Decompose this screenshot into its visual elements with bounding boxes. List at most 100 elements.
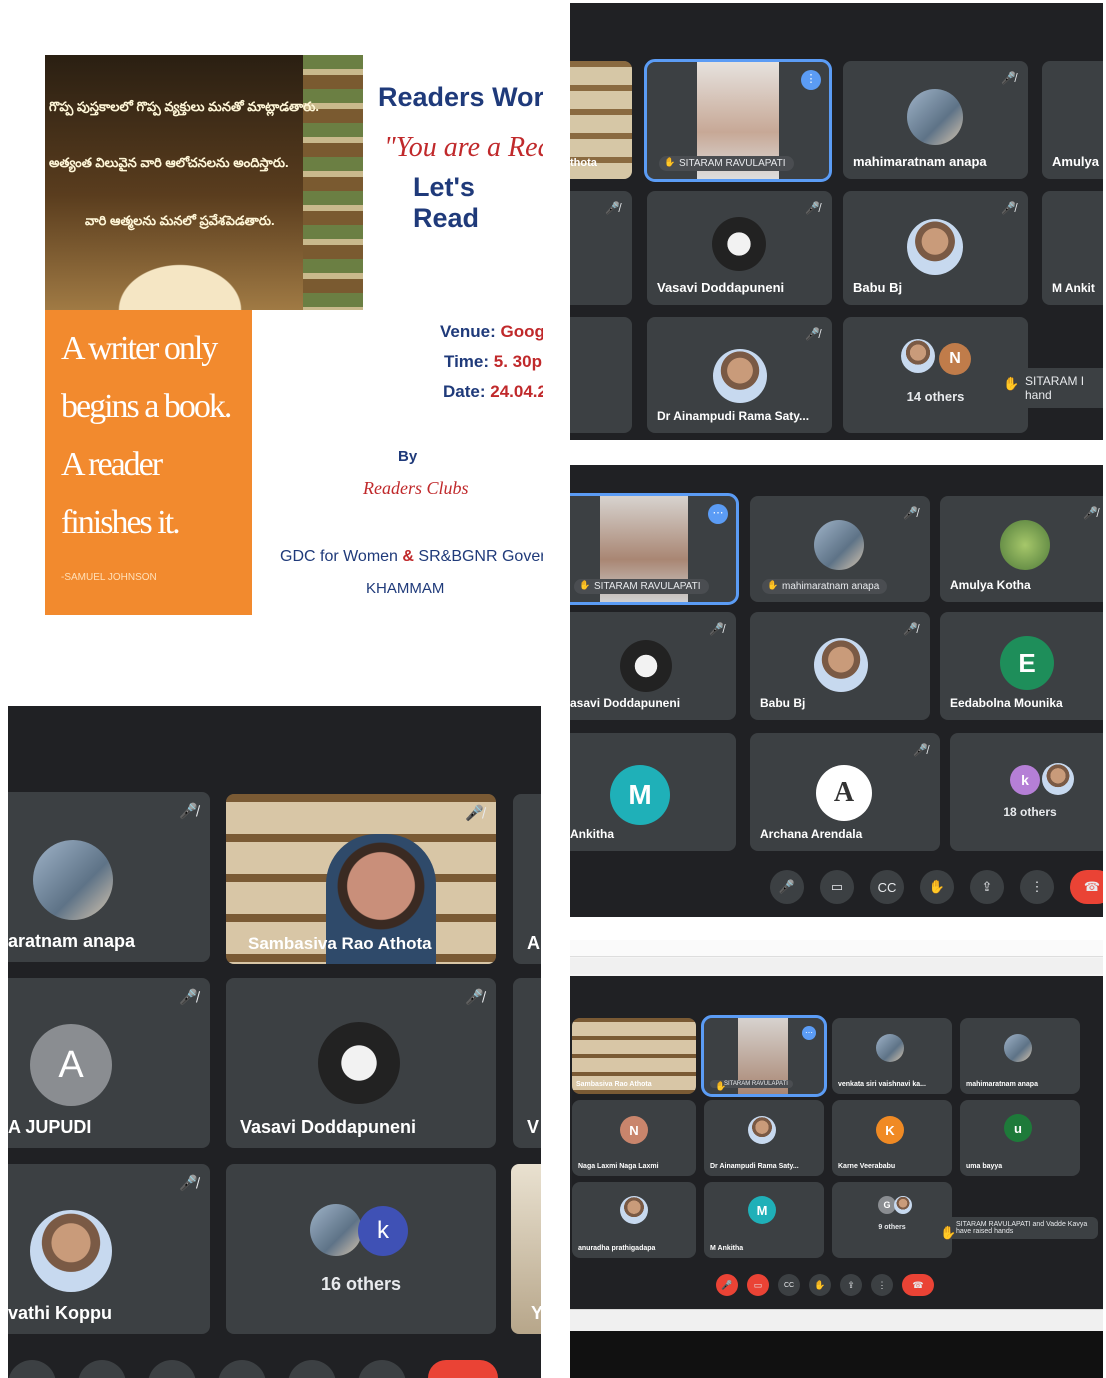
- participant-name: vathi Koppu: [8, 1303, 112, 1323]
- participant-tile[interactable]: thota: [570, 61, 632, 179]
- present-icon[interactable]: ⇪: [840, 1274, 862, 1296]
- captions-icon[interactable]: CC: [778, 1274, 800, 1296]
- present-icon[interactable]: ⇪: [970, 870, 1004, 904]
- speaking-indicator-icon: ⋯: [708, 504, 728, 524]
- others-tile[interactable]: k 18 others: [950, 733, 1103, 851]
- participant-tile[interactable]: M Ankit: [1042, 191, 1103, 305]
- poster-quote-line-2: begins a book.: [61, 388, 232, 425]
- participant-name: Dr Ainampudi Rama Saty...: [657, 409, 810, 423]
- end-call-icon[interactable]: ☎: [902, 1274, 934, 1296]
- participant-initial-avatar: k: [358, 1206, 408, 1256]
- mic-off-icon: 🎤̸: [805, 327, 820, 341]
- participant-name: Archana Arendala: [760, 827, 863, 841]
- mic-icon[interactable]: 🎤: [770, 870, 804, 904]
- mic-off-icon: 🎤̸: [709, 622, 724, 636]
- participant-tile[interactable]: E Eedabolna Mounika: [940, 612, 1103, 720]
- participant-tile[interactable]: venkata siri vaishnavi ka...: [832, 1018, 952, 1094]
- call-controls: 🎤 ▭ CC ✋ ⇪ ⋮ ☎: [770, 870, 1103, 904]
- participant-tile[interactable]: 🎤̸ mahimaratnam anapa: [750, 496, 930, 602]
- end-call-icon[interactable]: [428, 1360, 498, 1378]
- more-options-icon[interactable]: [358, 1360, 406, 1378]
- more-options-icon[interactable]: ⋮: [871, 1274, 893, 1296]
- mic-off-icon: 🎤̸: [465, 805, 484, 822]
- participant-tile[interactable]: N Naga Laxmi Naga Laxmi: [572, 1100, 696, 1176]
- participant-tile[interactable]: 🎤̸ Dr Ainampudi Rama Saty...: [647, 317, 832, 433]
- participant-initial-avatar: K: [876, 1116, 904, 1144]
- raise-hand-icon[interactable]: ✋: [920, 870, 954, 904]
- camera-icon[interactable]: ▭: [820, 870, 854, 904]
- participant-tile[interactable]: M Ankitha: [570, 733, 736, 851]
- participant-tile[interactable]: V: [513, 978, 541, 1148]
- participant-tile[interactable]: M M Ankitha: [704, 1182, 824, 1258]
- participant-avatar: [30, 1210, 112, 1292]
- poster: గొప్ప పుస్తకాలలో గొప్ప వ్యక్తులు మనతో మా…: [18, 30, 543, 640]
- participant-tile[interactable]: 🎤̸ asavi Doddapuneni: [570, 612, 736, 720]
- participant-name: aratnam anapa: [8, 931, 136, 951]
- participant-tile[interactable]: 🎤̸ A Archana Arendala: [750, 733, 940, 851]
- participant-tile[interactable]: K Karne Veerababu: [832, 1100, 952, 1176]
- participant-initial-avatar: N: [939, 343, 971, 375]
- participant-tile[interactable]: A: [513, 794, 541, 964]
- poster-time: Time: 5. 30pm: [444, 352, 543, 371]
- raised-hand-chip: mahimaratnam anapa: [762, 579, 888, 594]
- camera-off-icon[interactable]: ▭: [747, 1274, 769, 1296]
- poster-telugu-line-2: అత్యంత విలువైన వారి ఆలోచనలను అందిస్తారు.: [49, 155, 289, 170]
- participant-tile-video[interactable]: Sambasiva Rao Athota: [572, 1018, 696, 1094]
- meet-screenshot-4: Sambasiva Rao Athota ⋯ SITARAM RAVULAPAT…: [570, 940, 1103, 1378]
- participant-tile[interactable]: 🎤̸ Amulya Kotha: [940, 496, 1103, 602]
- mic-icon[interactable]: [8, 1360, 56, 1378]
- participant-tile[interactable]: Amulya: [1042, 61, 1103, 179]
- chess-avatar: [318, 1022, 400, 1104]
- participant-avatar: [894, 1196, 912, 1214]
- end-call-icon[interactable]: ☎: [1070, 870, 1103, 904]
- participant-tile-active[interactable]: ⋯ SITARAM RAVULAPATI: [701, 1015, 827, 1097]
- mic-off-icon[interactable]: 🎤: [716, 1274, 738, 1296]
- participant-tile[interactable]: 🎤̸ Babu Bj: [750, 612, 930, 720]
- meet-window: Sambasiva Rao Athota ⋯ SITARAM RAVULAPAT…: [570, 976, 1103, 1309]
- chess-avatar: [712, 217, 766, 271]
- participant-tile[interactable]: 🎤̸ aratnam anapa: [8, 792, 210, 962]
- poster-quote-line-3: A reader: [61, 446, 163, 483]
- participant-avatar: [1042, 763, 1074, 795]
- participant-tile[interactable]: 🎤̸ vathi Koppu: [8, 1164, 210, 1334]
- raise-hand-icon[interactable]: [218, 1360, 266, 1378]
- meet-screenshot-2: ⋯ SITARAM RAVULAPATI 🎤̸ mahimaratnam ana…: [570, 465, 1103, 917]
- participant-tile[interactable]: mahimaratnam anapa: [960, 1018, 1080, 1094]
- participant-tile-active[interactable]: ⋯ SITARAM RAVULAPATI: [570, 493, 739, 605]
- mic-off-icon: 🎤̸: [179, 1175, 198, 1192]
- mic-off-icon: 🎤̸: [1001, 201, 1016, 215]
- raised-hand-chip: SITARAM RAVULAPATI: [659, 156, 794, 171]
- participant-name: Vasavi Doddapuneni: [657, 280, 785, 295]
- participant-tile[interactable]: 🎤̸: [570, 191, 632, 305]
- present-icon[interactable]: [288, 1360, 336, 1378]
- participant-tile-active[interactable]: ⋮ SITARAM RAVULAPATI: [644, 59, 832, 182]
- poster-org-line-1: GDC for Women & SR&BGNR Governme: [280, 548, 543, 565]
- participant-tile[interactable]: 🎤̸ Vasavi Doddapuneni: [647, 191, 832, 305]
- others-tile[interactable]: k 16 others: [226, 1164, 496, 1334]
- others-count: 16 others: [320, 1274, 402, 1294]
- participant-avatar: [713, 349, 767, 403]
- participant-name: A JUPUDI: [8, 1117, 92, 1137]
- captions-icon[interactable]: [148, 1360, 196, 1378]
- participant-tile-video[interactable]: 🎤̸ Sambasiva Rao Athota: [226, 794, 496, 964]
- participant-tile[interactable]: anuradha prathigadapa: [572, 1182, 696, 1258]
- participant-tile[interactable]: [570, 317, 632, 433]
- participant-name: M Ankit: [1052, 281, 1095, 295]
- poster-quote-author: -SAMUEL JOHNSON: [61, 572, 157, 583]
- participant-name-partial: A: [527, 933, 540, 953]
- participant-tile[interactable]: 🎤̸ A A JUPUDI: [8, 978, 210, 1148]
- poster-book-image: గొప్ప పుస్తకాలలో గొప్ప వ్యక్తులు మనతో మా…: [45, 55, 363, 310]
- raised-hand-toast: SITARAM RAVULAPATI and Vadde Kavya have …: [932, 1217, 1098, 1241]
- mic-off-icon: 🎤̸: [1083, 506, 1098, 520]
- participant-tile[interactable]: Dr Ainampudi Rama Saty...: [704, 1100, 824, 1176]
- camera-icon[interactable]: [78, 1360, 126, 1378]
- participant-tile[interactable]: 🎤̸ Babu Bj: [843, 191, 1028, 305]
- raise-hand-icon[interactable]: ✋: [809, 1274, 831, 1296]
- participant-tile[interactable]: 🎤̸ mahimaratnam anapa: [843, 61, 1028, 179]
- captions-icon[interactable]: CC: [870, 870, 904, 904]
- mic-off-icon: 🎤̸: [903, 506, 918, 520]
- participant-tile[interactable]: Y: [511, 1164, 541, 1334]
- more-options-icon[interactable]: ⋮: [1020, 870, 1054, 904]
- participant-tile[interactable]: 🎤̸ Vasavi Doddapuneni: [226, 978, 496, 1148]
- participant-tile[interactable]: u uma bayya: [960, 1100, 1080, 1176]
